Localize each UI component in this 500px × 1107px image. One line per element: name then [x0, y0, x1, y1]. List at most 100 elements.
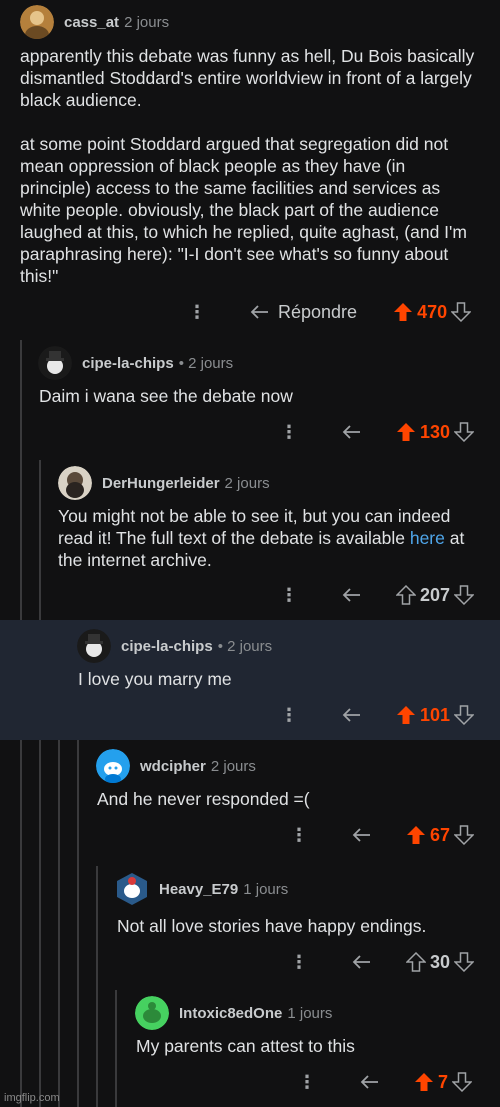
vote-controls: 130: [396, 421, 475, 443]
timestamp: • 2 jours: [217, 637, 273, 655]
reply-arrow-icon: [342, 708, 360, 722]
comment-paragraph: at some point Stoddard argued that segre…: [20, 134, 467, 286]
more-options-icon[interactable]: ⋮: [280, 705, 298, 726]
username[interactable]: Intoxic8edOne: [179, 1005, 282, 1022]
comment-paragraph: apparently this debate was funny as hell…: [20, 46, 475, 110]
comment-body: You might not be able to see it, but you…: [58, 505, 483, 571]
upvote-arrow-icon[interactable]: [396, 585, 416, 605]
comment-cass-at: cass_at 2 jours apparently this debate w…: [0, 0, 500, 340]
comment-cipe-la-chips: cipe-la-chips • 2 jours Daim i wana see …: [0, 340, 500, 460]
timestamp: 1 jours: [287, 1004, 333, 1022]
more-options-icon[interactable]: ⋮: [290, 825, 308, 846]
downvote-arrow-icon[interactable]: [454, 952, 475, 972]
vote-count: 207: [420, 584, 451, 605]
comment-header: DerHungerleider 2 jours: [58, 465, 270, 501]
username[interactable]: Heavy_E79: [159, 881, 238, 898]
reply-button[interactable]: Répondre: [250, 302, 357, 323]
vote-controls: 470: [393, 302, 472, 323]
vote-controls: 30: [406, 951, 475, 973]
avatar[interactable]: [77, 629, 111, 663]
comment-actions: ⋮ Répondre 470: [188, 297, 472, 327]
username[interactable]: cipe-la-chips: [121, 638, 213, 655]
more-options-icon[interactable]: ⋮: [298, 1072, 316, 1093]
archive-link[interactable]: here: [410, 528, 445, 548]
reply-arrow-icon: [352, 955, 370, 969]
watermark: imgflip.com: [4, 1092, 60, 1104]
reply-arrow-icon: [250, 305, 268, 319]
comment-body: Not all love stories have happy endings.: [117, 916, 427, 936]
comment-wdcipher: wdcipher 2 jours And he never responded …: [0, 740, 500, 866]
downvote-arrow-icon[interactable]: [454, 585, 475, 605]
reply-button[interactable]: [342, 707, 362, 723]
comment-header: cipe-la-chips • 2 jours: [77, 628, 272, 664]
upvote-arrow-icon[interactable]: [396, 705, 416, 725]
upvote-arrow-icon[interactable]: [414, 1072, 434, 1092]
vote-count: 7: [438, 1071, 449, 1092]
timestamp: • 2 jours: [178, 354, 234, 372]
username[interactable]: cass_at: [64, 14, 119, 31]
timestamp: 2 jours: [224, 474, 270, 492]
comment-header: cipe-la-chips • 2 jours: [38, 345, 233, 381]
comment-header: wdcipher 2 jours: [96, 748, 256, 784]
username[interactable]: cipe-la-chips: [82, 355, 174, 372]
reply-button[interactable]: [342, 424, 362, 440]
vote-controls: 101: [396, 704, 475, 726]
upvote-arrow-icon[interactable]: [406, 952, 426, 972]
more-options-icon[interactable]: ⋮: [188, 302, 206, 323]
upvote-arrow-icon[interactable]: [396, 422, 416, 442]
comment-actions: ⋮ 7: [298, 1067, 473, 1097]
comment-derhungerleider: DerHungerleider 2 jours You might not be…: [0, 460, 500, 620]
avatar[interactable]: [58, 466, 92, 500]
vote-count: 67: [430, 824, 451, 845]
upvote-arrow-icon[interactable]: [406, 825, 426, 845]
comment-body: And he never responded =(: [97, 789, 310, 809]
comment-actions: ⋮ 30: [290, 947, 475, 977]
reply-button[interactable]: [352, 954, 372, 970]
vote-count: 30: [430, 951, 451, 972]
reply-arrow-icon: [352, 828, 370, 842]
downvote-arrow-icon[interactable]: [451, 302, 472, 322]
comment-body: apparently this debate was funny as hell…: [20, 45, 480, 287]
comment-heavy-e79: Heavy_E79 1 jours Not all love stories h…: [0, 866, 500, 990]
more-options-icon[interactable]: ⋮: [290, 952, 308, 973]
reply-button[interactable]: [342, 587, 362, 603]
vote-controls: 207: [396, 584, 475, 606]
comment-actions: ⋮ 207: [280, 580, 475, 610]
username[interactable]: wdcipher: [140, 758, 206, 775]
comment-actions: ⋮ 101: [280, 700, 475, 730]
more-options-icon[interactable]: ⋮: [280, 422, 298, 443]
comment-actions: ⋮ 67: [290, 820, 475, 850]
avatar[interactable]: [96, 749, 130, 783]
timestamp: 1 jours: [243, 880, 289, 898]
comment-body: I love you marry me: [78, 669, 232, 689]
avatar[interactable]: [135, 996, 169, 1030]
reply-label: Répondre: [278, 301, 358, 322]
vote-controls: 7: [414, 1071, 473, 1093]
vote-count: 101: [420, 704, 451, 725]
timestamp: 2 jours: [124, 13, 170, 31]
downvote-arrow-icon[interactable]: [454, 422, 475, 442]
comment-header: Heavy_E79 1 jours: [115, 871, 288, 907]
downvote-arrow-icon[interactable]: [454, 825, 475, 845]
timestamp: 2 jours: [210, 757, 256, 775]
upvote-arrow-icon[interactable]: [393, 302, 413, 322]
more-options-icon[interactable]: ⋮: [280, 585, 298, 606]
vote-count: 130: [420, 421, 451, 442]
comment-actions: ⋮ 130: [280, 417, 475, 447]
reply-button[interactable]: [352, 827, 372, 843]
comment-intoxic8edone: Intoxic8edOne 1 jours My parents can att…: [0, 990, 500, 1107]
comment-body: Daim i wana see the debate now: [39, 386, 293, 406]
comment-header: cass_at 2 jours: [20, 4, 169, 40]
downvote-arrow-icon[interactable]: [454, 705, 475, 725]
comment-header: Intoxic8edOne 1 jours: [135, 995, 332, 1031]
comment-cipe-la-chips-reply: cipe-la-chips • 2 jours I love you marry…: [0, 620, 500, 740]
username[interactable]: DerHungerleider: [102, 475, 220, 492]
comment-body: My parents can attest to this: [136, 1036, 355, 1056]
avatar[interactable]: [38, 346, 72, 380]
downvote-arrow-icon[interactable]: [452, 1072, 473, 1092]
avatar[interactable]: [115, 872, 149, 906]
comment-text: You might not be able to see it, but you…: [58, 506, 451, 548]
reply-arrow-icon: [360, 1075, 378, 1089]
avatar[interactable]: [20, 5, 54, 39]
reply-button[interactable]: [360, 1074, 380, 1090]
